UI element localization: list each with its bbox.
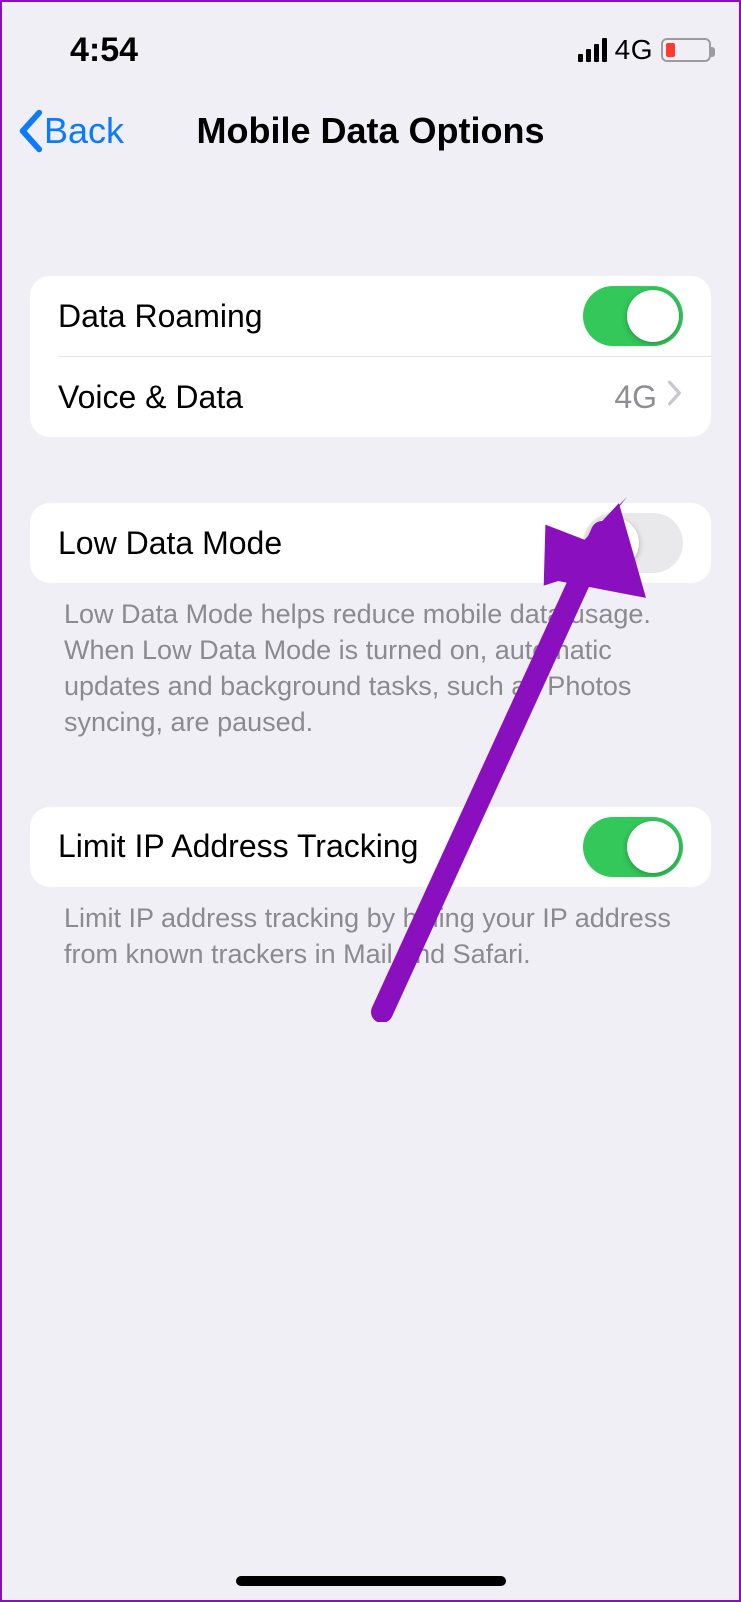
low-data-mode-row: Low Data Mode [30,503,711,583]
low-data-mode-toggle[interactable] [583,513,683,573]
limit-ip-tracking-toggle[interactable] [583,817,683,877]
chevron-right-icon [667,380,683,414]
battery-icon [661,38,711,62]
data-roaming-toggle[interactable] [583,286,683,346]
status-right: 4G [578,18,711,66]
toggle-knob [627,290,679,342]
back-label: Back [44,110,124,152]
settings-group-3: Limit IP Address Tracking [30,807,711,887]
status-bar: 4:54 4G [2,2,739,82]
voice-and-data-value: 4G [614,379,657,416]
page-title: Mobile Data Options [196,110,544,152]
toggle-knob [587,517,639,569]
chevron-left-icon [16,109,44,153]
back-button[interactable]: Back [16,96,124,166]
navigation-bar: Back Mobile Data Options [2,96,739,166]
content-area: Data Roaming Voice & Data 4G Low Da [2,192,739,1600]
status-time: 4:54 [30,15,138,70]
low-data-mode-label: Low Data Mode [58,525,282,562]
home-indicator[interactable] [236,1576,506,1586]
limit-ip-tracking-row: Limit IP Address Tracking [30,807,711,887]
network-type-label: 4G [615,34,653,66]
data-roaming-row: Data Roaming [30,276,711,356]
voice-and-data-value-wrap: 4G [614,379,683,416]
low-data-mode-footer: Low Data Mode helps reduce mobile data u… [30,583,711,741]
settings-group-2: Low Data Mode [30,503,711,583]
voice-and-data-row[interactable]: Voice & Data 4G [30,357,711,437]
toggle-knob [627,821,679,873]
limit-ip-tracking-label: Limit IP Address Tracking [58,828,418,865]
settings-group-1: Data Roaming Voice & Data 4G [30,276,711,437]
device-frame: 4:54 4G Back Mobile Data Options Data Ro… [0,0,741,1602]
limit-ip-tracking-footer: Limit IP address tracking by hiding your… [30,887,711,973]
data-roaming-label: Data Roaming [58,298,263,335]
cellular-signal-icon [578,38,607,62]
voice-and-data-label: Voice & Data [58,379,243,416]
